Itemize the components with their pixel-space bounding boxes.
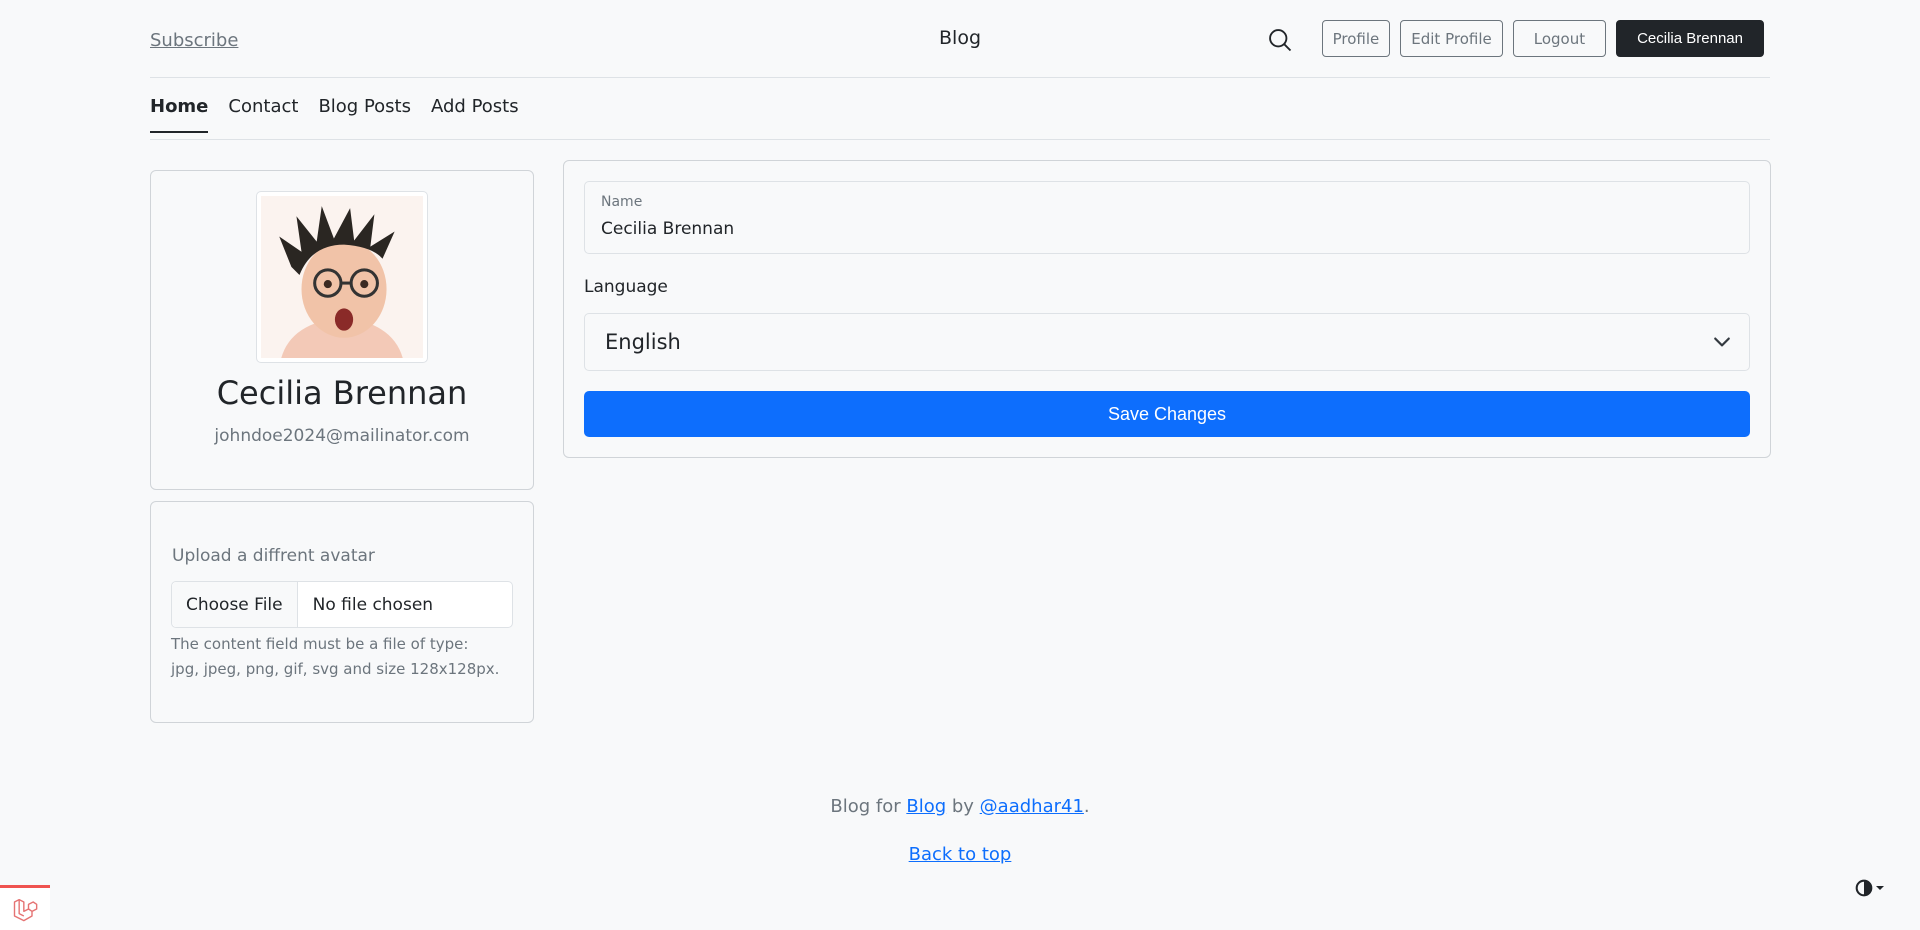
nav-item-contact[interactable]: Contact	[228, 78, 298, 139]
profile-email: johndoe2024@mailinator.com	[214, 426, 470, 446]
page-container: Subscribe Blog Profile Edit Profile Logo…	[150, 0, 1771, 723]
header-actions: Profile Edit Profile Logout Cecilia Bren…	[1266, 20, 1764, 57]
nav-item-blog-posts[interactable]: Blog Posts	[318, 78, 411, 139]
footer-author-link[interactable]: @aadhar41	[980, 796, 1084, 817]
profile-card: Cecilia Brennan johndoe2024@mailinator.c…	[150, 170, 534, 490]
avatar-frame	[256, 191, 428, 363]
nav-item-add-posts[interactable]: Add Posts	[431, 78, 519, 139]
upload-avatar-card: Upload a diffrent avatar Choose File No …	[150, 501, 534, 723]
main-nav: Home Contact Blog Posts Add Posts	[150, 78, 1770, 140]
avatar	[261, 196, 423, 358]
back-to-top-row: Back to top	[0, 844, 1920, 865]
search-icon[interactable]	[1266, 26, 1294, 54]
profile-button[interactable]: Profile	[1321, 20, 1391, 57]
avatar-file-input[interactable]: Choose File No file chosen	[171, 581, 513, 628]
footer-blog-link[interactable]: Blog	[906, 796, 946, 817]
laravel-icon	[13, 898, 38, 922]
profile-name: Cecilia Brennan	[216, 374, 468, 412]
choose-file-button[interactable]: Choose File	[172, 582, 298, 627]
caret-down-icon	[1876, 886, 1884, 890]
header: Subscribe Blog Profile Edit Profile Logo…	[150, 0, 1770, 78]
contrast-icon	[1855, 879, 1873, 897]
save-changes-button[interactable]: Save Changes	[584, 391, 1750, 437]
name-field[interactable]: Name	[584, 181, 1750, 254]
chevron-down-icon	[1714, 337, 1730, 347]
footer-by: by	[946, 796, 980, 817]
footer-credit: Blog for Blog by @aadhar41.	[0, 796, 1920, 817]
name-field-label: Name	[601, 194, 643, 210]
footer-suffix: .	[1083, 796, 1090, 817]
nav-item-home[interactable]: Home	[150, 78, 209, 139]
debug-toolbar-badge[interactable]	[0, 885, 50, 930]
logout-button[interactable]: Logout	[1512, 20, 1607, 57]
theme-toggle[interactable]	[1855, 879, 1885, 897]
upload-avatar-label: Upload a diffrent avatar	[172, 546, 375, 566]
file-status-text: No file chosen	[312, 594, 434, 615]
name-input[interactable]	[601, 219, 1701, 239]
back-to-top-link[interactable]: Back to top	[909, 844, 1012, 865]
language-select-value: English	[605, 330, 681, 354]
profile-form-card: Name Language English Save Changes	[563, 160, 1771, 458]
language-label: Language	[584, 277, 668, 297]
upload-help-text: The content field must be a file of type…	[171, 635, 500, 678]
footer-prefix: Blog for	[830, 796, 907, 817]
user-menu-button[interactable]: Cecilia Brennan	[1616, 20, 1764, 57]
edit-profile-button[interactable]: Edit Profile	[1400, 20, 1503, 57]
language-select[interactable]: English	[584, 313, 1750, 371]
